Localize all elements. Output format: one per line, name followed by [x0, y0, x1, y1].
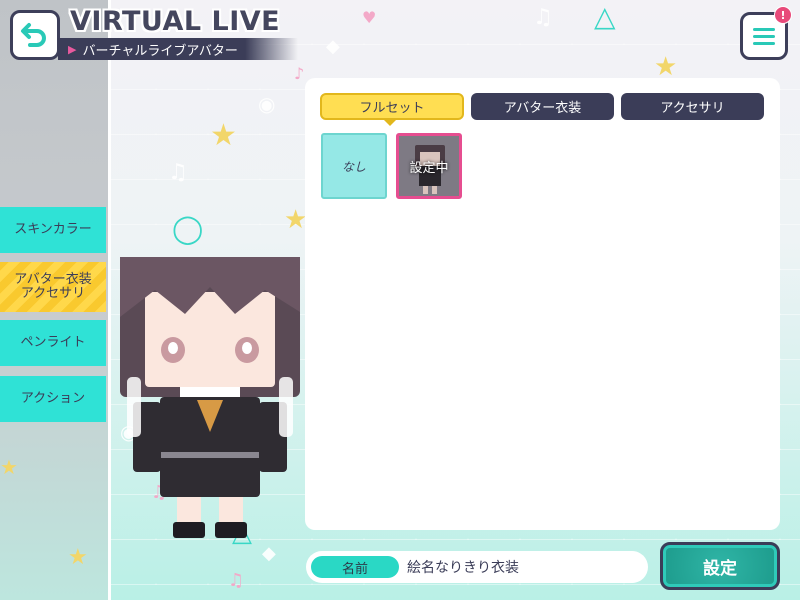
headphones-icon: ♫ [168, 160, 188, 185]
triangle-icon: △ [594, 0, 616, 33]
name-value: 絵名なりきり衣装 [407, 560, 519, 576]
sidebar-item-label: スキンカラー [14, 222, 92, 237]
heart-icon: ♥ [362, 8, 377, 27]
sidebar-item-label: ペンライト [20, 335, 86, 350]
page-title: VIRTUAL LIVE [70, 6, 281, 37]
diamond-icon: ◆ [262, 543, 276, 564]
confirm-button[interactable]: 設定 [660, 542, 780, 590]
tab-fullset[interactable]: フルセット [320, 93, 464, 120]
hamburger-icon [753, 27, 775, 31]
diamond-icon: ◆ [326, 36, 340, 57]
item-equipped-costume[interactable]: 設定中 [396, 133, 462, 199]
active-tab-pointer [383, 119, 397, 126]
star-badge-icon: ★ [68, 545, 88, 570]
sidebar-item-skin-color[interactable]: スキンカラー [0, 207, 106, 253]
star-badge-icon: ★ [210, 118, 237, 153]
avatar-preview [120, 257, 300, 538]
item-none[interactable]: なし [321, 133, 387, 199]
music-note-icon: ♫ [228, 570, 245, 591]
sidebar-item-avatar-costume-accessory[interactable]: アバター衣装 アクセサリ [0, 262, 106, 312]
record-disc-icon: ◉ [258, 92, 276, 116]
back-button[interactable] [10, 10, 60, 60]
sidebar-item-label: アバター衣装 アクセサリ [14, 272, 92, 301]
name-display: 名前 絵名なりきり衣装 [306, 551, 648, 583]
sidebar-item-action[interactable]: アクション [0, 376, 106, 422]
back-arrow-icon [21, 23, 46, 47]
equipped-label: 設定中 [409, 160, 449, 176]
music-note-icon: ♪ [294, 64, 305, 83]
tab-accessory[interactable]: アクセサリ [621, 93, 764, 120]
tab-label: フルセット [359, 101, 425, 116]
notification-badge: ! [774, 6, 792, 24]
headphones-icon: ♫ [533, 5, 553, 30]
name-label: 名前 [311, 556, 399, 578]
tab-avatar-costume[interactable]: アバター衣装 [471, 93, 614, 120]
page-subtitle: バーチャルライブアバター [82, 43, 238, 59]
sidebar-item-label: アクション [20, 391, 86, 406]
star-badge-icon: ★ [0, 455, 18, 479]
tab-label: アクセサリ [660, 101, 725, 116]
tab-label: アバター衣装 [503, 101, 582, 116]
sidebar-item-penlight[interactable]: ペンライト [0, 320, 106, 366]
star-badge-icon: ★ [284, 205, 308, 235]
ring-icon: ◯ [172, 212, 204, 245]
page-subtitle-bar: ▶ バーチャルライブアバター [58, 38, 298, 60]
play-arrow-icon: ▶ [68, 42, 77, 56]
item-none-label: なし [341, 159, 366, 174]
